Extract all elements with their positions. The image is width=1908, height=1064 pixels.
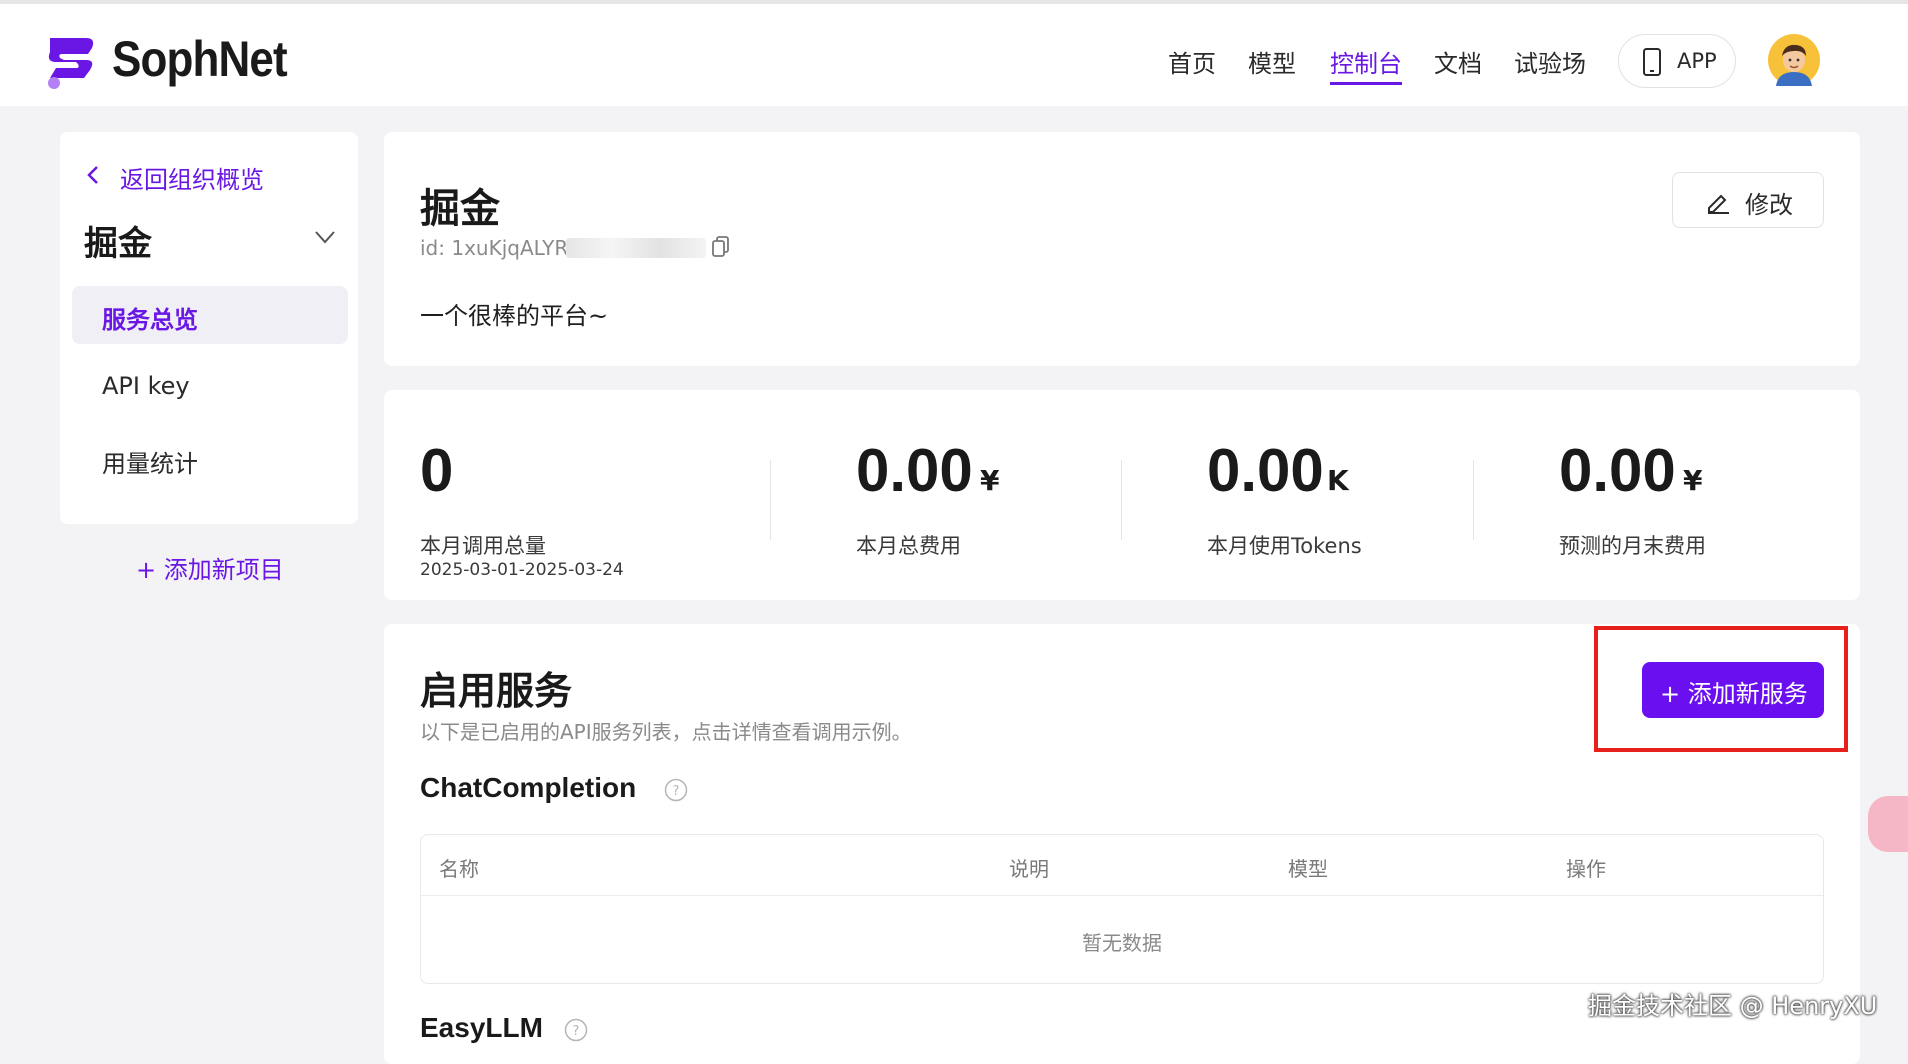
nav-docs[interactable]: 文档 xyxy=(1434,44,1482,79)
project-id: id: 1xuKjqALYR xyxy=(420,236,569,260)
table-divider xyxy=(421,895,1823,896)
nav-console[interactable]: 控制台 xyxy=(1330,44,1402,85)
stat-divider xyxy=(1473,460,1474,540)
phone-icon xyxy=(1643,48,1661,76)
section-chatcompletion-title: ChatCompletion xyxy=(420,772,637,803)
back-to-org-link[interactable]: 返回组织概览 xyxy=(120,160,264,195)
column-header-description: 说明 xyxy=(1009,857,1049,881)
stat-cost-unit: ¥ xyxy=(980,464,1000,497)
stat-forecast-value: 0.00 xyxy=(1559,437,1676,504)
column-header-model: 模型 xyxy=(1288,857,1328,881)
avatar[interactable] xyxy=(1768,34,1820,86)
add-service-label: + 添加新服务 xyxy=(1660,680,1808,708)
stat-tokens-value: 0.00 xyxy=(1207,437,1324,504)
sidebar-item-label: 服务总览 xyxy=(102,306,198,334)
stat-calls-value: 0 xyxy=(420,437,454,504)
app-label: APP xyxy=(1677,49,1717,73)
chevron-down-icon[interactable] xyxy=(314,230,336,244)
add-service-button[interactable]: + 添加新服务 xyxy=(1642,662,1824,718)
sidebar-item-usage[interactable]: 用量统计 xyxy=(102,444,198,479)
svg-text:?: ? xyxy=(573,1024,580,1039)
app-download-button[interactable]: APP xyxy=(1618,34,1736,88)
stat-divider xyxy=(770,460,771,540)
help-icon[interactable]: ? xyxy=(564,1018,588,1042)
org-selector[interactable]: 掘金 xyxy=(84,216,152,265)
stat-cost-label: 本月总费用 xyxy=(856,534,961,558)
project-description: 一个很棒的平台~ xyxy=(420,302,609,330)
stat-divider xyxy=(1121,460,1122,540)
chevron-left-icon[interactable] xyxy=(84,164,102,186)
add-project-button[interactable]: + 添加新项目 xyxy=(136,550,284,585)
stat-tokens-label: 本月使用Tokens xyxy=(1207,534,1362,558)
column-header-name: 名称 xyxy=(439,857,479,881)
project-id-redacted xyxy=(566,238,706,258)
nav-home[interactable]: 首页 xyxy=(1168,44,1216,79)
sidebar-item-overview[interactable]: 服务总览 xyxy=(72,286,348,344)
empty-state: 暂无数据 xyxy=(1082,931,1162,955)
services-subtitle: 以下是已启用的API服务列表，点击详情查看调用示例。 xyxy=(420,720,912,744)
top-header: SophNet 首页 模型 控制台 文档 试验场 APP xyxy=(0,0,1908,106)
nav-playground[interactable]: 试验场 xyxy=(1514,44,1586,79)
stat-tokens-unit: K xyxy=(1327,464,1349,497)
project-title: 掘金 xyxy=(420,186,500,232)
stat-calls-range: 2025-03-01-2025-03-24 xyxy=(420,560,624,580)
logo-icon[interactable] xyxy=(46,34,98,90)
sidebar-item-api-key[interactable]: API key xyxy=(102,372,190,400)
footer-watermark: 掘金技术社区 @ HenryXU xyxy=(1588,992,1878,1020)
stat-calls-label: 本月调用总量 xyxy=(420,534,546,558)
edit-project-button[interactable]: 修改 xyxy=(1672,172,1824,228)
section-easyllm-title: EasyLLM xyxy=(420,1012,543,1043)
brand-name[interactable]: SophNet xyxy=(112,30,288,88)
copy-icon[interactable] xyxy=(712,236,730,258)
edit-icon xyxy=(1708,194,1729,214)
stat-forecast-unit: ¥ xyxy=(1683,464,1703,497)
services-title: 启用服务 xyxy=(420,669,573,713)
chatcompletion-table: 名称 说明 模型 操作 暂无数据 xyxy=(420,834,1824,984)
help-icon[interactable]: ? xyxy=(664,778,688,802)
stat-cost-value: 0.00 xyxy=(856,437,973,504)
stat-forecast-label: 预测的月末费用 xyxy=(1559,534,1706,558)
edit-label: 修改 xyxy=(1745,191,1793,219)
svg-text:?: ? xyxy=(673,784,680,799)
nav-models[interactable]: 模型 xyxy=(1248,44,1296,79)
floating-assistant-widget[interactable] xyxy=(1868,796,1908,852)
column-header-actions: 操作 xyxy=(1566,857,1606,881)
